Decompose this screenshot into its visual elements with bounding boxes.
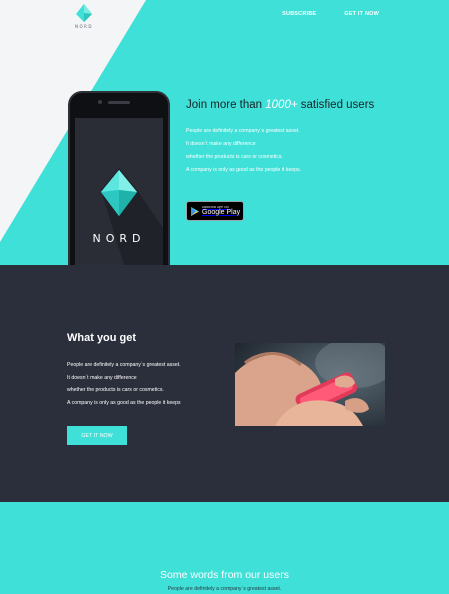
nav-get-it-now-link[interactable]: GET IT NOW <box>344 11 379 17</box>
get-it-now-button[interactable]: GET IT NOW <box>67 426 127 445</box>
features-text-line: whether the products is cars or cosmetic… <box>67 387 164 393</box>
phone-camera <box>98 100 102 104</box>
phone-screen: NORD <box>75 118 163 265</box>
google-play-badge[interactable]: ANDROID APP ON Google Play <box>186 201 244 221</box>
hero-text-line: People are definitely a company`s greate… <box>186 128 300 134</box>
phone-mockup: NORD <box>68 91 170 265</box>
testimonials-section: Some words from our users People are def… <box>0 502 449 594</box>
hero-text: People are definitely a company`s greate… <box>186 125 416 177</box>
hero-headline: Join more than 1000+ satisfied users <box>186 99 416 111</box>
features-text-line: It doesn`t make any difference <box>67 374 137 381</box>
testimonials-text: People are definitely a company`s greate… <box>167 586 282 592</box>
hero-section: NORD SUBSCRIBE GET IT NOW NORD Join more… <box>0 0 449 265</box>
features-text: People are definitely a company`s greate… <box>67 359 181 409</box>
hero-copy: Join more than 1000+ satisfied users Peo… <box>186 99 416 177</box>
features-title: What you get <box>67 332 137 344</box>
logo[interactable]: NORD <box>73 4 95 29</box>
phone-brand-text: NORD <box>92 232 146 245</box>
hands-phone-photo <box>235 343 385 426</box>
features-text-line: People are definitely a company`s greate… <box>67 362 181 368</box>
hero-text-line: It doesn`t make any difference <box>186 141 256 147</box>
hero-text-line: A company is only as good as the people … <box>186 167 302 173</box>
logo-crystal-icon <box>76 4 92 22</box>
headline-before: Join more than <box>186 99 266 111</box>
top-nav: SUBSCRIBE GET IT NOW <box>282 11 379 17</box>
headline-after: satisfied users <box>297 99 375 111</box>
logo-text: NORD <box>75 24 93 29</box>
testimonials-title: Some words from our users <box>160 569 289 581</box>
features-section: What you get People are definitely a com… <box>0 265 449 502</box>
phone-speaker <box>108 101 130 104</box>
crystal-icon <box>101 170 137 216</box>
badge-big-text: Google Play <box>202 208 241 216</box>
play-store-icon <box>191 206 199 216</box>
nav-subscribe-link[interactable]: SUBSCRIBE <box>282 11 316 17</box>
hero-text-line: whether the products is cars or cosmetic… <box>186 154 283 160</box>
features-text-line: A company is only as good as the people … <box>67 399 181 406</box>
headline-highlight: 1000+ <box>265 99 298 111</box>
